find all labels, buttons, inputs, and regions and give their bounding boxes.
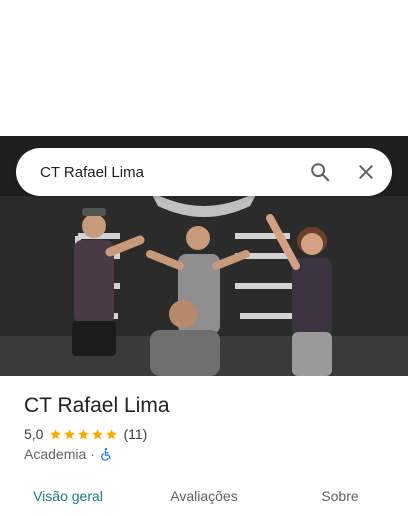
- search-input[interactable]: CT Rafael Lima: [40, 164, 300, 181]
- star-icon: [50, 428, 62, 439]
- wheelchair-icon[interactable]: [99, 447, 113, 461]
- star-icon: [64, 428, 76, 439]
- reviews-count[interactable]: (11): [123, 426, 147, 442]
- search-button[interactable]: [300, 152, 340, 192]
- rating-row[interactable]: 5,0 (11): [24, 426, 392, 442]
- star-icon: [92, 428, 104, 439]
- tab-reviews[interactable]: Avaliações: [136, 476, 272, 516]
- tab-overview[interactable]: Visão geral: [0, 476, 136, 516]
- search-icon: [311, 163, 330, 182]
- place-info: CT Rafael Lima 5,0 (11) Academia ·: [24, 392, 392, 462]
- rating-value: 5,0: [24, 426, 44, 442]
- search-bar[interactable]: CT Rafael Lima: [16, 148, 392, 196]
- close-icon: [359, 165, 373, 179]
- tab-about[interactable]: Sobre: [272, 476, 408, 516]
- category-row: Academia ·: [24, 446, 392, 462]
- separator-dot: ·: [90, 446, 95, 462]
- place-tabs: Visão geral Avaliações Sobre: [0, 476, 408, 516]
- place-title: CT Rafael Lima: [24, 394, 170, 417]
- star-icon: [106, 428, 118, 439]
- star-icon: [78, 428, 90, 439]
- close-button[interactable]: [346, 152, 386, 192]
- place-category: Academia: [24, 446, 87, 462]
- rating-stars: [49, 428, 119, 441]
